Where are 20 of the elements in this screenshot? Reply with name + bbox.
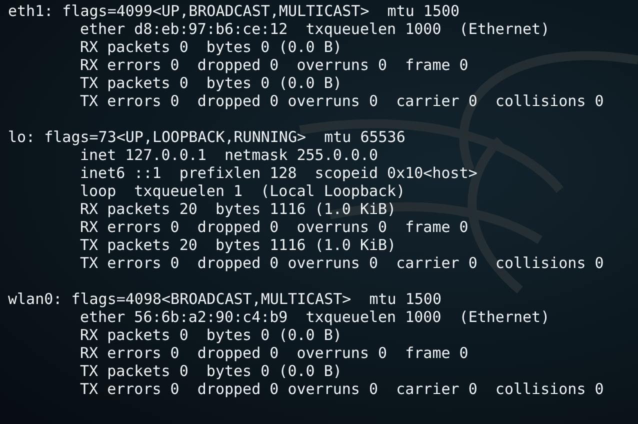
interface-header-line: eth1: flags=4099<UP,BROADCAST,MULTICAST> mtu 1500: [8, 2, 461, 20]
output-line: RX packets 20 bytes 1116 (1.0 KiB): [79, 200, 398, 218]
output-line: loop txqueuelen 1 (Local Loopback): [79, 182, 406, 200]
output-line: TX errors 0 dropped 0 overruns 0 carrier 0 collisions 0: [79, 92, 605, 110]
output-line: RX errors 0 dropped 0 overruns 0 frame 0: [79, 218, 470, 236]
output-line: TX errors 0 dropped 0 overruns 0 carrier 0 collisions 0: [79, 380, 605, 398]
output-line: inet 127.0.0.1 netmask 255.0.0.0: [79, 146, 380, 164]
output-line: TX packets 20 bytes 1116 (1.0 KiB): [79, 236, 398, 254]
output-line: RX errors 0 dropped 0 overruns 0 frame 0: [79, 56, 470, 74]
output-line: TX packets 0 bytes 0 (0.0 B): [79, 74, 343, 92]
output-line: inet6 ::1 prefixlen 128 scopeid 0x10<host>: [79, 164, 478, 182]
output-line: ether 56:6b:a2:90:c4:b9 txqueuelen 1000 (Ethernet): [79, 308, 551, 326]
interface-header-line: wlan0: flags=4098<BROADCAST,MULTICAST> mtu 1500: [8, 290, 442, 308]
output-line: RX packets 0 bytes 0 (0.0 B): [79, 326, 343, 344]
output-line: TX errors 0 dropped 0 overruns 0 carrier 0 collisions 0: [79, 254, 605, 272]
interface-header-line: lo: flags=73<UP,LOOPBACK,RUNNING> mtu 65536: [8, 128, 406, 146]
output-line: RX packets 0 bytes 0 (0.0 B): [79, 38, 343, 56]
output-line: RX errors 0 dropped 0 overruns 0 frame 0: [79, 344, 470, 362]
output-line: ether d8:eb:97:b6:ce:12 txqueuelen 1000 (Ethernet): [79, 20, 551, 38]
output-line: TX packets 0 bytes 0 (0.0 B): [79, 362, 343, 380]
